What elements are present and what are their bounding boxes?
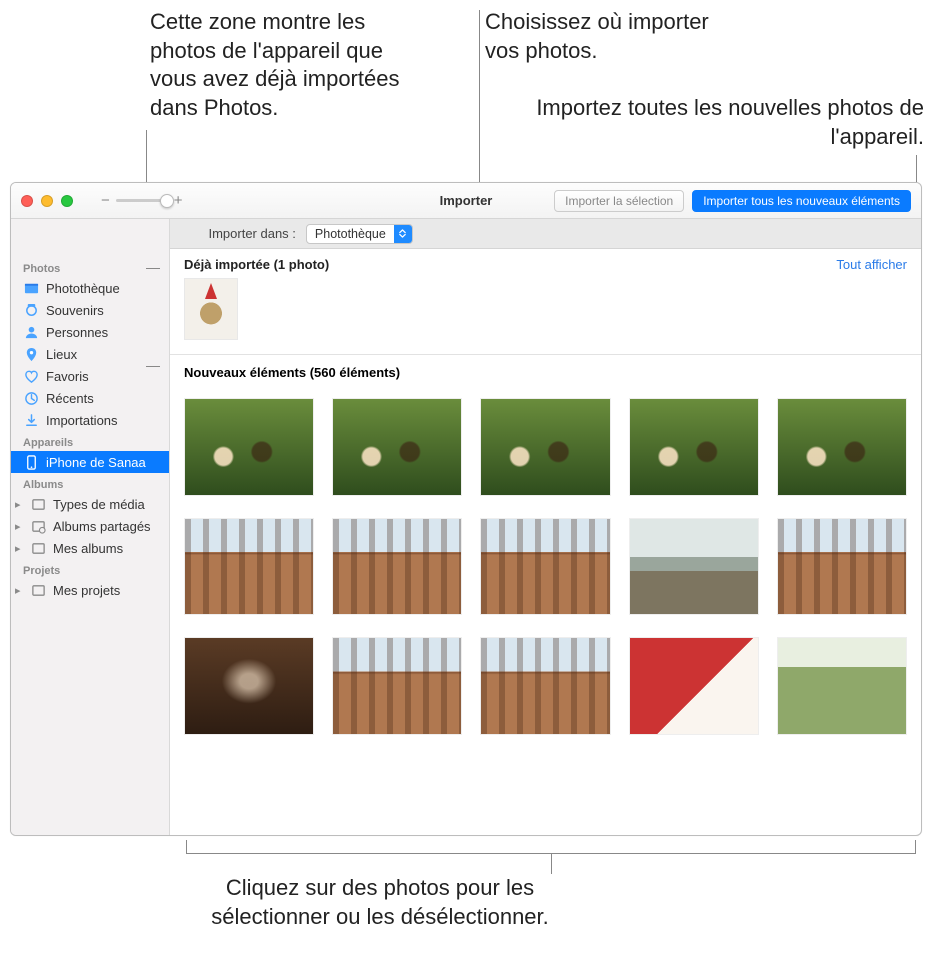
photo-thumbnail[interactable] xyxy=(629,518,759,616)
fullscreen-window-button[interactable] xyxy=(61,195,73,207)
download-icon xyxy=(23,412,39,428)
photo-thumbnail[interactable] xyxy=(332,398,462,496)
sidebar-item-label: Mes albums xyxy=(53,541,123,556)
import-destination-select[interactable]: Photothèque xyxy=(306,224,413,244)
disclosure-icon[interactable]: ▸ xyxy=(15,498,25,511)
zoom-slider[interactable] xyxy=(116,199,168,202)
callout-import-all: Importez toutes les nouvelles photos de … xyxy=(484,94,924,151)
photo-thumbnail[interactable] xyxy=(480,518,610,616)
show-all-link[interactable]: Tout afficher xyxy=(836,257,907,272)
zoom-out-label: − xyxy=(101,192,110,209)
close-window-button[interactable] xyxy=(21,195,33,207)
sidebar-item-my-projects[interactable]: ▸ Mes projets xyxy=(11,579,169,601)
photo-thumbnail[interactable] xyxy=(777,398,907,496)
photo-thumbnail[interactable] xyxy=(184,518,314,616)
import-into-label: Importer dans : xyxy=(208,226,295,241)
chevron-updown-icon xyxy=(394,225,412,243)
titlebar: − + Importer Importer la sélection Impor… xyxy=(11,183,921,219)
photo-thumbnail[interactable] xyxy=(184,278,238,340)
sidebar-item-label: Lieux xyxy=(46,347,77,362)
sidebar-item-label: Personnes xyxy=(46,325,108,340)
sidebar-item-memories[interactable]: Souvenirs xyxy=(11,299,169,321)
shared-album-icon xyxy=(30,518,46,534)
photo-thumbnail[interactable] xyxy=(480,398,610,496)
callout-bracket xyxy=(186,840,916,854)
callout-already-imported: Cette zone montre les photos de l'appare… xyxy=(150,8,430,122)
sidebar-section-albums: Albums xyxy=(11,473,169,493)
places-icon xyxy=(23,346,39,362)
library-icon xyxy=(23,280,39,296)
import-content: Déjà importée (1 photo) Tout afficher No… xyxy=(170,249,921,835)
people-icon xyxy=(23,324,39,340)
callout-line xyxy=(146,268,160,269)
sidebar-item-label: Types de média xyxy=(53,497,145,512)
callout-line xyxy=(551,854,552,874)
sidebar-item-imports[interactable]: Importations xyxy=(11,409,169,431)
photo-thumbnail[interactable] xyxy=(184,398,314,496)
sidebar-item-people[interactable]: Personnes xyxy=(11,321,169,343)
photo-thumbnail[interactable] xyxy=(629,398,759,496)
sidebar-item-recents[interactable]: Récents xyxy=(11,387,169,409)
callout-select-photos: Cliquez sur des photos pour les sélectio… xyxy=(200,874,560,931)
import-all-new-button[interactable]: Importer tous les nouveaux éléments xyxy=(692,190,911,212)
sidebar-item-label: Importations xyxy=(46,413,118,428)
zoom-slider-thumb[interactable] xyxy=(160,194,174,208)
sidebar-item-label: Mes projets xyxy=(53,583,120,598)
new-items-grid xyxy=(170,386,921,735)
album-icon xyxy=(30,540,46,556)
window-title: Importer xyxy=(440,193,493,208)
sidebar-item-label: Favoris xyxy=(46,369,89,384)
photo-thumbnail[interactable] xyxy=(777,518,907,616)
photo-thumbnail[interactable] xyxy=(777,637,907,735)
already-imported-header: Déjà importée (1 photo) Tout afficher xyxy=(170,249,921,278)
sidebar-item-shared-albums[interactable]: ▸ Albums partagés xyxy=(11,515,169,537)
import-selection-button[interactable]: Importer la sélection xyxy=(554,190,684,212)
sidebar: Photos Photothèque Souvenirs Personnes L… xyxy=(11,183,170,835)
sidebar-item-label: Albums partagés xyxy=(53,519,151,534)
sidebar-section-projects: Projets xyxy=(11,559,169,579)
already-imported-row xyxy=(170,278,921,355)
sidebar-item-label: Photothèque xyxy=(46,281,120,296)
disclosure-icon[interactable]: ▸ xyxy=(15,584,25,597)
sidebar-item-my-albums[interactable]: ▸ Mes albums xyxy=(11,537,169,559)
sidebar-section-devices: Appareils xyxy=(11,431,169,451)
sidebar-item-device[interactable]: iPhone de Sanaa xyxy=(11,451,169,473)
minimize-window-button[interactable] xyxy=(41,195,53,207)
sidebar-item-media-types[interactable]: ▸ Types de média xyxy=(11,493,169,515)
import-destination-value: Photothèque xyxy=(307,227,394,241)
sidebar-item-library[interactable]: Photothèque xyxy=(11,277,169,299)
sidebar-item-label: Souvenirs xyxy=(46,303,104,318)
sidebar-item-label: Récents xyxy=(46,391,94,406)
photo-thumbnail[interactable] xyxy=(480,637,610,735)
photo-thumbnail[interactable] xyxy=(184,637,314,735)
phone-icon xyxy=(23,454,39,470)
zoom-slider-group: − + xyxy=(101,192,183,209)
callout-choose-destination: Choisissez où importer vos photos. xyxy=(485,8,745,65)
sidebar-item-places[interactable]: Lieux xyxy=(11,343,169,365)
photo-thumbnail[interactable] xyxy=(629,637,759,735)
window-controls xyxy=(21,195,73,207)
album-icon xyxy=(30,496,46,512)
sidebar-section-photos: Photos xyxy=(11,257,169,277)
photo-thumbnail[interactable] xyxy=(332,518,462,616)
heart-icon xyxy=(23,368,39,384)
already-imported-label: Déjà importée (1 photo) xyxy=(184,257,329,272)
clock-icon xyxy=(23,390,39,406)
new-items-header: Nouveaux éléments (560 éléments) xyxy=(170,355,921,386)
callout-line xyxy=(146,366,160,367)
memories-icon xyxy=(23,302,39,318)
photos-app-window: − + Importer Importer la sélection Impor… xyxy=(10,182,922,836)
sidebar-item-label: iPhone de Sanaa xyxy=(46,455,146,470)
project-icon xyxy=(30,582,46,598)
sidebar-item-favorites[interactable]: Favoris xyxy=(11,365,169,387)
photo-thumbnail[interactable] xyxy=(332,637,462,735)
zoom-in-label: + xyxy=(174,192,183,209)
disclosure-icon[interactable]: ▸ xyxy=(15,520,25,533)
disclosure-icon[interactable]: ▸ xyxy=(15,542,25,555)
